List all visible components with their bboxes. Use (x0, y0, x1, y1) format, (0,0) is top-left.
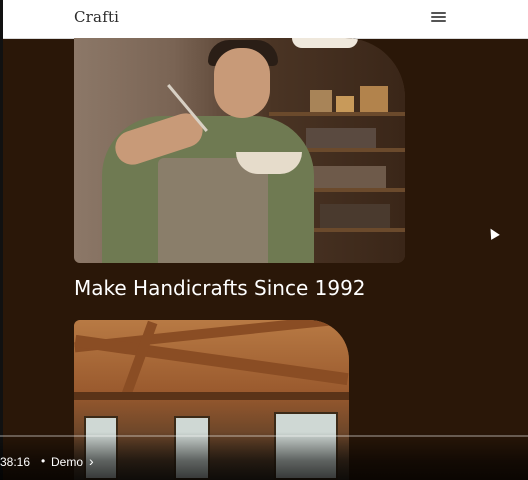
website-page: Crafti Make Handicrafts Since 1992 (3, 0, 528, 480)
video-progress-bar[interactable] (0, 435, 528, 437)
section-title: Make Handicrafts Since 1992 (74, 276, 366, 300)
chevron-right-icon[interactable]: › (89, 453, 94, 469)
hamburger-menu-icon[interactable] (431, 10, 446, 24)
artisan-image (74, 38, 405, 263)
chapter-label[interactable]: Demo (51, 455, 83, 469)
site-logo[interactable]: Crafti (74, 8, 119, 26)
video-timestamp: 38:16 (0, 455, 31, 469)
separator-dot: • (41, 454, 46, 468)
site-header: Crafti (3, 0, 528, 39)
